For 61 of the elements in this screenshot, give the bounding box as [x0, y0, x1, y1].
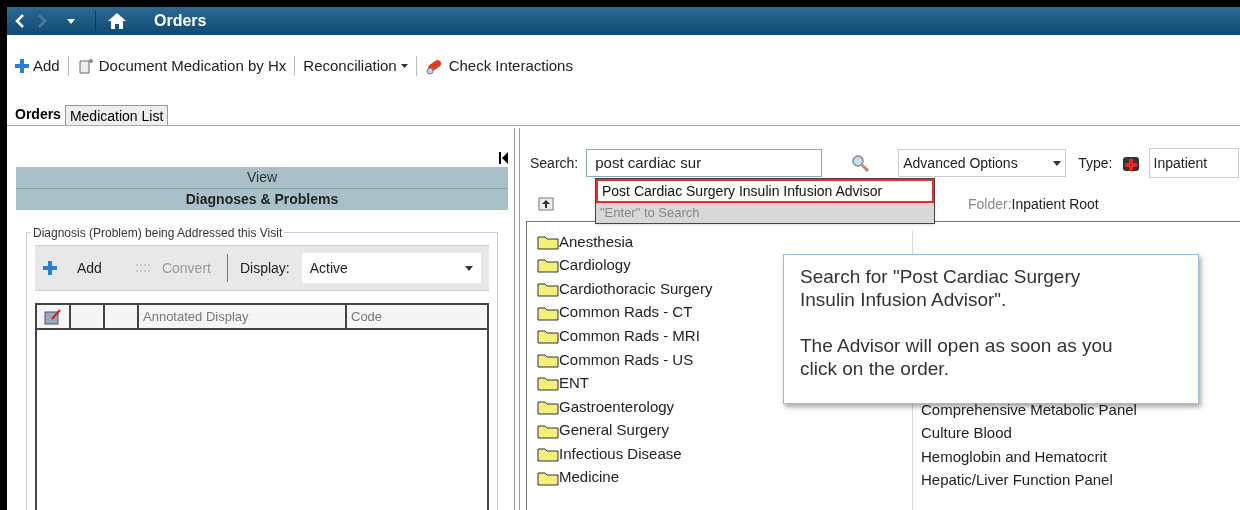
order-item[interactable]: Hemoglobin and Hematocrit	[921, 445, 1107, 469]
folder-icon	[537, 422, 559, 439]
folder-item[interactable]: Infectious Disease	[537, 442, 682, 466]
order-item[interactable]: Hepatic/Liver Function Panel	[921, 468, 1113, 493]
folder-item[interactable]: Common Rads - US	[537, 347, 694, 372]
document-icon	[76, 57, 95, 75]
folder-item[interactable]: Common Rads - CT	[537, 300, 693, 325]
callout-text: Search for "Post Cardiac Surgery Insulin Infusion Advisor".	[800, 265, 1082, 311]
folder-icon	[537, 233, 559, 250]
column-header: Annotated Display	[139, 305, 347, 328]
folder-item[interactable]: General Surgery	[537, 418, 670, 443]
advanced-options-dropdown[interactable]: Advanced Options	[898, 149, 1067, 177]
folder-item[interactable]: Cardiology	[537, 253, 631, 278]
window-title: Orders	[154, 11, 207, 31]
callout-text: The Advisor will open as soon as you click on the order.	[800, 334, 1114, 380]
folder-item[interactable]: Medicine	[537, 465, 620, 490]
display-label: Display:	[239, 258, 290, 278]
caret-icon	[1053, 160, 1062, 166]
display-dropdown[interactable]: Active	[301, 253, 481, 283]
folder-icon	[537, 469, 559, 486]
folder-item[interactable]: Cardiothoracic Surgery	[537, 277, 713, 301]
folder-item[interactable]: Common Rads - MRI	[537, 324, 700, 348]
folder-icon	[537, 398, 559, 415]
tab[interactable]: Medication List	[64, 105, 169, 125]
folder-item[interactable]: Anesthesia	[537, 230, 634, 254]
plus-icon	[15, 59, 29, 73]
toolbar-button[interactable]: Add	[15, 54, 60, 78]
collapse-icon[interactable]	[499, 152, 508, 164]
column-header: Code	[350, 307, 384, 326]
toolbar-button[interactable]: Document Medication by Hx	[76, 54, 287, 78]
caret-icon	[465, 265, 473, 271]
folder-icon	[537, 375, 559, 392]
type-label: Type:	[1078, 153, 1113, 173]
suggestion-item[interactable]: Post Cardiac Surgery Insulin Infusion Advisor	[596, 179, 934, 203]
view-header: View	[16, 167, 508, 189]
folder-icon	[537, 257, 559, 274]
toolbar-button[interactable]: Check Interactions	[424, 54, 573, 78]
plus-icon	[43, 261, 57, 275]
order-item[interactable]: Culture Blood	[921, 421, 1012, 446]
search-icon[interactable]	[850, 154, 871, 172]
search-field[interactable]: post cardiac sur	[586, 149, 823, 177]
section-header: Diagnoses & Problems	[16, 189, 508, 210]
folder-path: Inpatient Root	[1011, 194, 1099, 214]
edit-icon	[44, 308, 62, 325]
caret-icon	[400, 64, 408, 68]
home-icon[interactable]	[108, 13, 126, 29]
toolbar-button[interactable]: Reconciliation	[303, 54, 408, 78]
back-icon[interactable]	[15, 14, 25, 28]
folder-icon	[537, 351, 559, 368]
folder-item[interactable]: Gastroenterology	[537, 395, 675, 419]
add-button[interactable]: Add	[43, 257, 102, 279]
type-field[interactable]: Inpatient	[1148, 148, 1239, 178]
folder-icon	[537, 446, 559, 463]
folder-icon	[537, 328, 559, 345]
up-folder-icon[interactable]	[538, 197, 554, 211]
search-label: Search:	[530, 153, 579, 173]
folder-label: Folder:	[968, 194, 1012, 214]
caret-icon[interactable]	[67, 18, 75, 24]
folder-item[interactable]: ENT	[537, 371, 589, 396]
folder-icon	[537, 281, 559, 297]
folder-icon	[537, 304, 559, 321]
